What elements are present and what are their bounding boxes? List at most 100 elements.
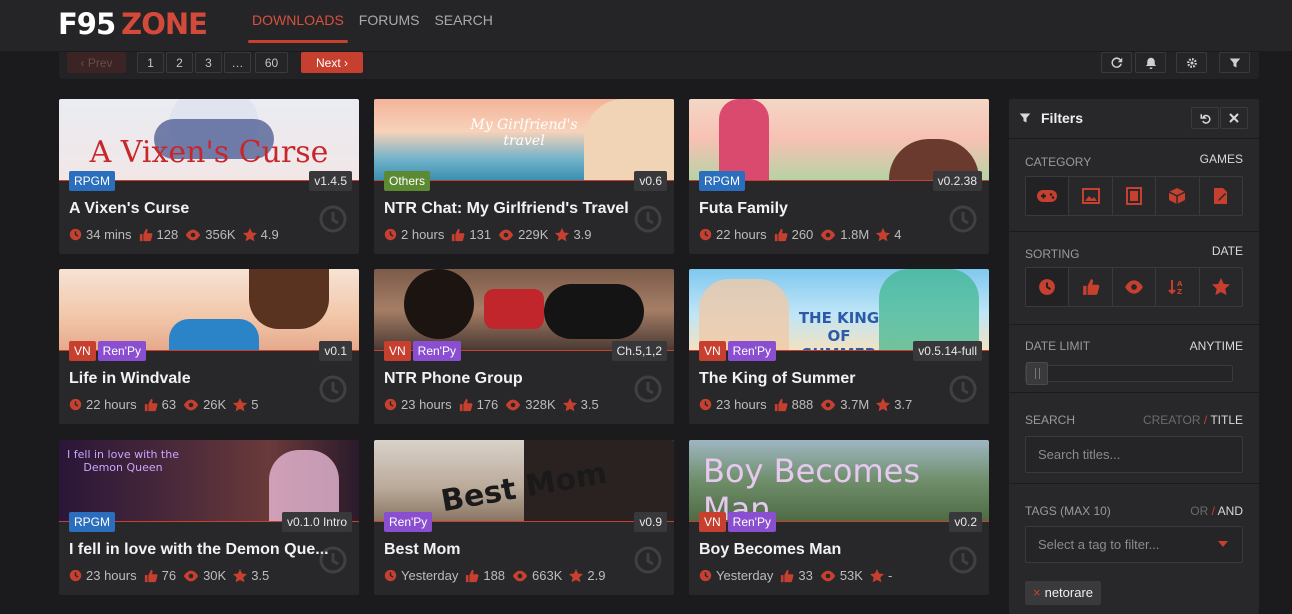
game-card[interactable]: RPGM v0.2.38 Futa Family 22 hours 260 1.… — [689, 99, 989, 254]
star-icon — [1211, 278, 1230, 296]
eye-icon — [1125, 280, 1143, 294]
site-logo[interactable]: F95 ZONE — [58, 7, 208, 41]
star-icon — [876, 397, 891, 411]
tags-mode-or[interactable]: OR — [1190, 504, 1208, 518]
game-card[interactable]: A Vixen's Curse RPGM v1.4.5 A Vixen's Cu… — [59, 99, 359, 254]
game-card[interactable]: Boy Becomes Man VN Ren'Py v0.2 Boy Becom… — [689, 440, 989, 595]
updated-time: 23 hours — [86, 568, 137, 583]
category-games-button[interactable] — [1026, 177, 1070, 215]
page-60-button[interactable]: 60 — [255, 52, 288, 73]
tag-select-dropdown[interactable]: Select a tag to filter... — [1025, 526, 1243, 563]
card-title: I fell in love with the Demon Que... — [69, 541, 329, 558]
filters-header: Filters — [1009, 99, 1259, 139]
sort-likes-button[interactable] — [1069, 268, 1113, 306]
thumbs-up-icon — [452, 228, 465, 241]
category-assets-button[interactable] — [1156, 177, 1200, 215]
svg-text:A: A — [1177, 280, 1183, 288]
selected-tag[interactable]: × netorare — [1025, 581, 1102, 605]
card-title: NTR Phone Group — [384, 370, 523, 387]
document-edit-icon — [1213, 188, 1227, 204]
likes-count: 128 — [156, 227, 179, 242]
remove-tag-icon[interactable]: × — [1033, 585, 1041, 600]
likes-count: 33 — [798, 568, 813, 583]
search-label: SEARCH — [1025, 413, 1076, 427]
notifications-button[interactable] — [1135, 52, 1166, 73]
views-count: 26K — [203, 397, 227, 412]
date-limit-slider[interactable] — [1025, 362, 1233, 385]
sort-date-button[interactable] — [1026, 268, 1070, 306]
category-value: GAMES — [1199, 152, 1243, 166]
sort-alpha-button[interactable]: AZ — [1156, 268, 1200, 306]
version-badge: v0.2.38 — [932, 171, 982, 191]
filter-toggle-button[interactable] — [1219, 52, 1250, 73]
search-titles-input[interactable]: Search titles... — [1025, 436, 1243, 473]
nav-downloads[interactable]: DOWNLOADS — [248, 12, 348, 43]
eye-icon — [821, 399, 836, 410]
version-badge: v0.2 — [949, 512, 982, 532]
badge-rpgm: RPGM — [699, 171, 745, 191]
filter-icon — [1019, 113, 1031, 123]
caret-down-icon — [1218, 541, 1228, 547]
likes-count: 131 — [469, 227, 492, 242]
category-video-button[interactable] — [1113, 177, 1157, 215]
thumbnail: Best Mom — [374, 440, 674, 522]
page-2-button[interactable]: 2 — [166, 52, 193, 73]
tags-mode-and[interactable]: AND — [1218, 504, 1243, 518]
version-badge: v0.9 — [634, 512, 667, 532]
rating-value: 2.9 — [587, 568, 606, 583]
tag-select-placeholder: Select a tag to filter... — [1038, 537, 1160, 552]
card-title: Life in Windvale — [69, 370, 191, 387]
card-title: Futa Family — [699, 200, 788, 217]
nav-search[interactable]: SEARCH — [434, 12, 492, 28]
game-card[interactable]: My Girlfriend's travel Others v0.6 NTR C… — [374, 99, 674, 254]
thumbnail: My Girlfriend's travel — [374, 99, 674, 181]
page-1-button[interactable]: 1 — [137, 52, 164, 73]
clock-icon — [69, 398, 82, 411]
history-icon — [634, 205, 662, 233]
sort-alpha-icon: AZ — [1168, 280, 1183, 296]
game-card[interactable]: Best Mom Ren'Py v0.9 Best Mom Yesterday … — [374, 440, 674, 595]
next-page-button[interactable]: Next › — [301, 52, 363, 73]
page-3-button[interactable]: 3 — [195, 52, 222, 73]
game-card[interactable]: VN Ren'Py Ch.5,1,2 NTR Phone Group 23 ho… — [374, 269, 674, 424]
history-icon — [634, 546, 662, 574]
game-card[interactable]: THE KING OF SUMMER VN Ren'Py v0.5.14-ful… — [689, 269, 989, 424]
version-badge: v0.1.0 Intro — [281, 512, 352, 532]
sorting-label: SORTING — [1025, 247, 1080, 261]
game-card[interactable]: VN Ren'Py v0.1 Life in Windvale 22 hours… — [59, 269, 359, 424]
close-filters-button[interactable] — [1220, 107, 1248, 129]
search-mode-title[interactable]: TITLE — [1210, 413, 1243, 427]
slider-handle[interactable] — [1026, 362, 1048, 385]
category-comics-button[interactable] — [1200, 177, 1242, 215]
rating-value: 3.7 — [894, 397, 913, 412]
prev-page-button[interactable]: ‹ Prev — [67, 52, 126, 73]
game-card[interactable]: I fell in love with the Demon Queen RPGM… — [59, 440, 359, 595]
badge-others: Others — [384, 171, 431, 191]
views-count: 3.7M — [840, 397, 870, 412]
sort-views-button[interactable] — [1113, 268, 1157, 306]
date-limit-label: DATE LIMIT — [1025, 339, 1091, 353]
updated-time: 23 hours — [716, 397, 767, 412]
card-title: The King of Summer — [699, 370, 856, 387]
page-ellipsis: … — [224, 52, 251, 73]
likes-count: 260 — [791, 227, 814, 242]
category-images-button[interactable] — [1069, 177, 1113, 215]
filters-panel: Filters CATEGORY GAMES SORTING DATE AZ D… — [1009, 99, 1259, 614]
reset-filters-button[interactable] — [1191, 107, 1219, 129]
search-mode-creator[interactable]: CREATOR — [1143, 413, 1201, 427]
history-icon — [319, 205, 347, 233]
settings-button[interactable] — [1176, 52, 1207, 73]
clock-icon — [699, 569, 712, 582]
badge-vn: VN — [699, 341, 726, 361]
top-navbar: F95 ZONE DOWNLOADS FORUMS SEARCH — [0, 0, 1292, 52]
views-count: 356K — [205, 227, 236, 242]
refresh-button[interactable] — [1101, 52, 1132, 73]
views-count: 663K — [532, 568, 563, 583]
history-icon — [319, 546, 347, 574]
badge-vn: VN — [699, 512, 726, 532]
rating-value: 4 — [894, 227, 902, 242]
thumbnail — [689, 99, 989, 181]
clock-icon — [69, 228, 82, 241]
sort-rating-button[interactable] — [1200, 268, 1242, 306]
nav-forums[interactable]: FORUMS — [359, 12, 420, 28]
